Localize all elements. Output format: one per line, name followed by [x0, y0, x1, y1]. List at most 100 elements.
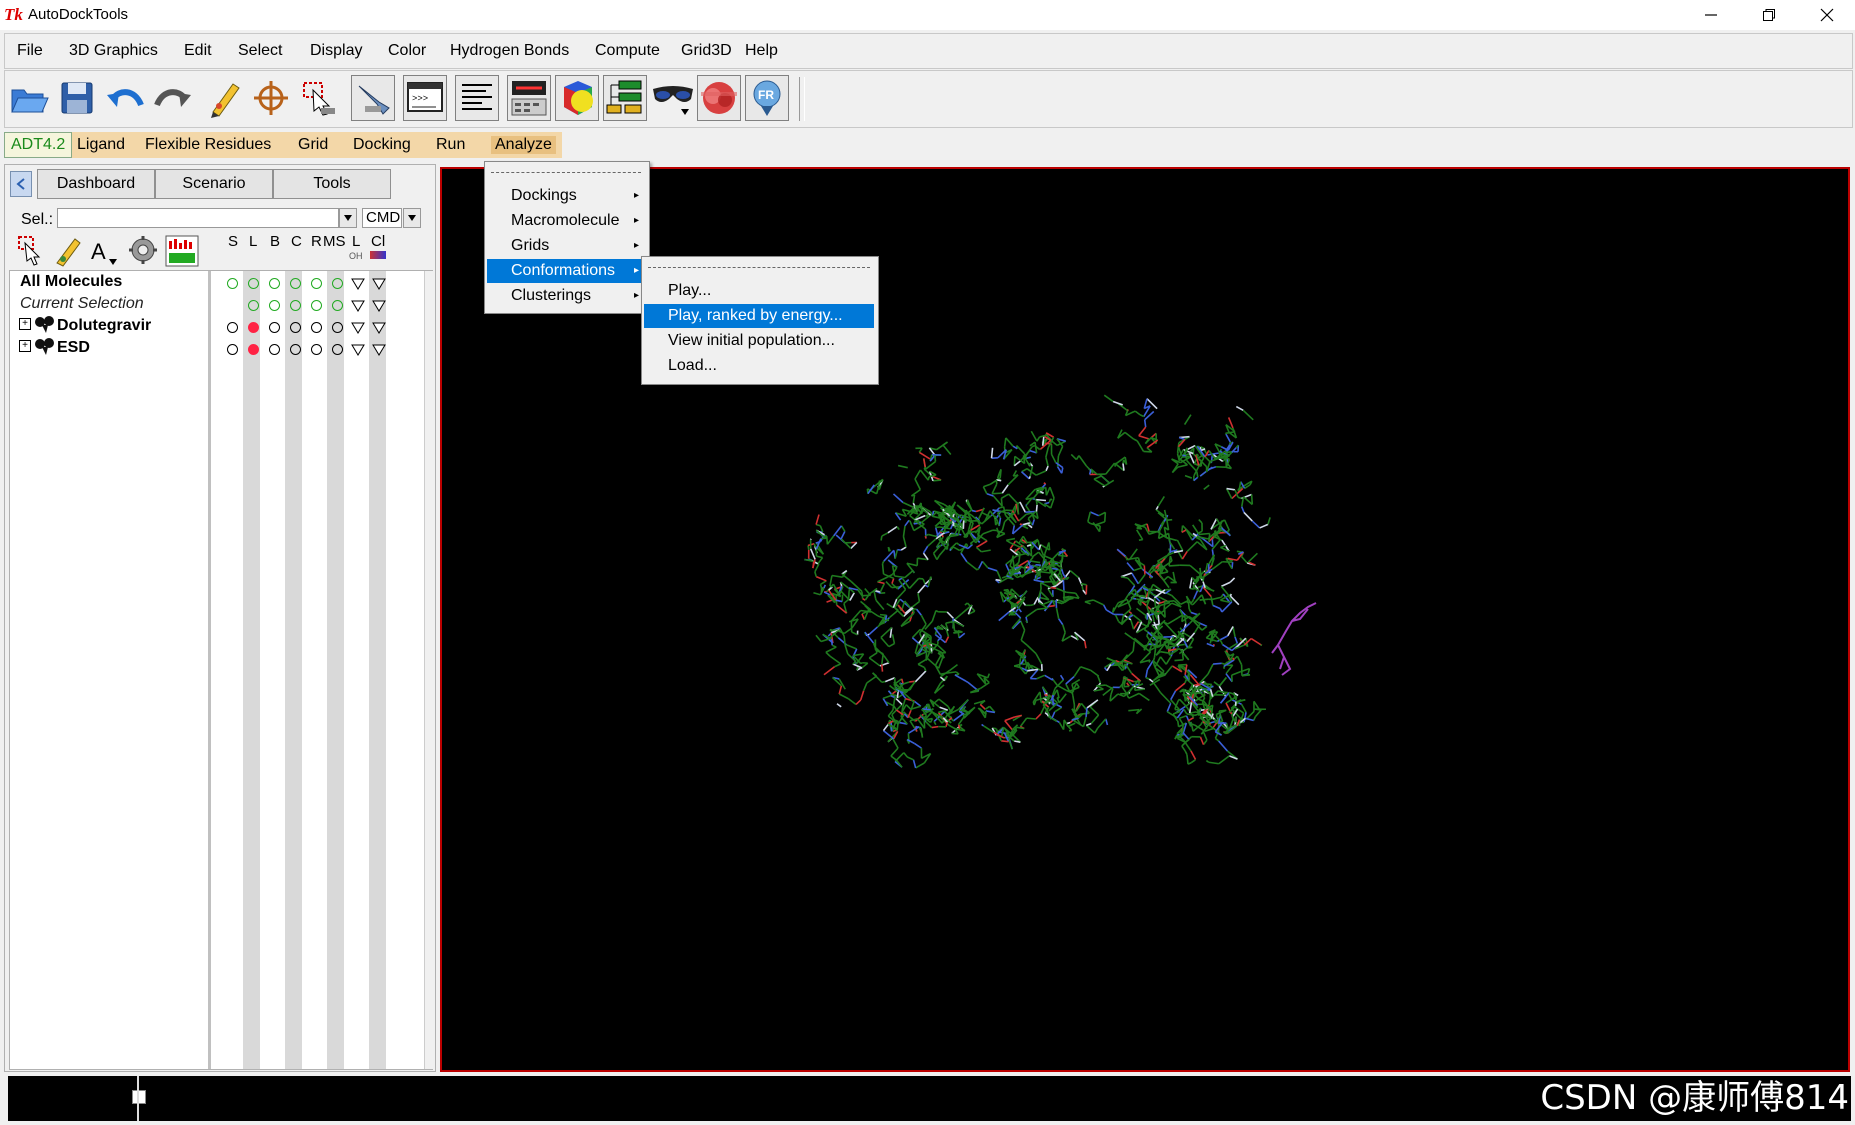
row-current-selection[interactable]: Current Selection	[20, 295, 144, 317]
display-toggle-circle[interactable]	[311, 344, 322, 355]
tree-icon[interactable]	[603, 75, 647, 121]
brush-tool-icon[interactable]	[53, 235, 83, 267]
tear-off-line[interactable]	[648, 267, 870, 268]
row-dolutegravir[interactable]: Dolutegravir	[57, 317, 151, 339]
selection-icon[interactable]	[297, 75, 341, 121]
pencil-icon[interactable]	[201, 75, 245, 121]
expand-icon[interactable]: +	[19, 318, 31, 330]
menu-color[interactable]: Color	[388, 42, 426, 60]
tab-ligand[interactable]: Ligand	[77, 136, 125, 154]
display-toggle-circle[interactable]	[269, 300, 280, 311]
sequence-viewer-icon[interactable]	[507, 75, 551, 121]
tab-adt-version[interactable]: ADT4.2	[4, 132, 73, 158]
display-toggle-circle[interactable]	[332, 278, 343, 289]
display-toggle-circle[interactable]	[227, 278, 238, 289]
display-toggle-circle[interactable]	[290, 300, 301, 311]
menu-item-macromolecule[interactable]: Macromolecule ▸	[487, 209, 645, 233]
text-lines-icon[interactable]	[455, 75, 499, 121]
open-folder-icon[interactable]	[7, 75, 51, 121]
submenu-arrow-icon: ▸	[633, 265, 639, 276]
redo-icon[interactable]	[151, 75, 195, 121]
menu-3d-graphics[interactable]: 3D Graphics	[69, 42, 158, 60]
lens-icon[interactable]	[697, 75, 741, 121]
row-all-molecules[interactable]: All Molecules	[20, 273, 122, 295]
display-toggle-circle[interactable]	[332, 344, 343, 355]
menu-item-play-ranked-by-energy[interactable]: Play, ranked by energy...	[644, 304, 874, 328]
menu-item-grids[interactable]: Grids ▸	[487, 234, 645, 258]
dropdown-triangle-icon[interactable]	[351, 343, 365, 361]
display-toggle-circle[interactable]	[290, 322, 301, 333]
crosshair-icon[interactable]	[249, 75, 293, 121]
settings-gear-icon[interactable]	[127, 235, 159, 267]
tree-scrollbar[interactable]	[424, 271, 433, 1069]
display-toggle-circle[interactable]	[290, 344, 301, 355]
restore-icon[interactable]	[1740, 0, 1798, 30]
expand-icon[interactable]: +	[19, 340, 31, 352]
selection-dropdown-icon[interactable]	[339, 208, 357, 228]
display-toggle-circle[interactable]	[269, 322, 280, 333]
python-shell-icon[interactable]: >>>	[403, 75, 447, 121]
display-toggle-circle[interactable]	[332, 300, 343, 311]
dropdown-triangle-icon[interactable]	[372, 343, 386, 361]
menu-item-clusterings[interactable]: Clusterings ▸	[487, 284, 645, 308]
display-toggle-circle[interactable]	[290, 278, 301, 289]
dropdown-triangle-icon[interactable]	[351, 321, 365, 339]
select-tool-icon[interactable]	[17, 235, 47, 267]
stereo-glasses-icon[interactable]	[651, 75, 695, 121]
menu-help[interactable]: Help	[745, 42, 778, 60]
selection-input[interactable]	[57, 208, 339, 228]
menu-select[interactable]: Select	[238, 42, 282, 60]
tab-run[interactable]: Run	[436, 136, 465, 154]
cmd-dropdown-icon[interactable]	[403, 208, 421, 228]
menu-display[interactable]: Display	[310, 42, 362, 60]
menu-item-view-initial-population[interactable]: View initial population...	[644, 329, 874, 353]
minimize-icon[interactable]	[1682, 0, 1740, 30]
fr-balloon-icon[interactable]: FR	[745, 75, 789, 121]
dropdown-triangle-icon[interactable]	[372, 299, 386, 317]
tab-dashboard[interactable]: Dashboard	[37, 169, 155, 199]
slider-thumb[interactable]	[132, 1090, 146, 1104]
menu-item-load[interactable]: Load...	[644, 354, 874, 378]
cmd-field[interactable]: CMD	[362, 208, 402, 228]
display-toggle-circle[interactable]	[248, 300, 259, 311]
menu-item-conformations[interactable]: Conformations ▸	[487, 259, 645, 283]
display-toggle-circle[interactable]	[248, 322, 259, 333]
display-toggle-circle[interactable]	[269, 344, 280, 355]
display-toggle-circle[interactable]	[227, 344, 238, 355]
close-icon[interactable]	[1798, 0, 1855, 30]
save-icon[interactable]	[55, 75, 99, 121]
pen-tool-icon[interactable]	[351, 75, 395, 121]
label-tool-icon[interactable]: A	[89, 235, 121, 267]
menu-file[interactable]: File	[17, 42, 43, 60]
color-cube-icon[interactable]	[555, 75, 599, 121]
menu-item-play[interactable]: Play...	[644, 279, 874, 303]
menu-compute[interactable]: Compute	[595, 42, 660, 60]
energy-bars-icon[interactable]	[165, 235, 199, 267]
tab-docking[interactable]: Docking	[353, 136, 411, 154]
undo-icon[interactable]	[103, 75, 147, 121]
display-toggle-circle[interactable]	[227, 322, 238, 333]
display-toggle-circle[interactable]	[248, 344, 259, 355]
tab-tools[interactable]: Tools	[273, 169, 391, 199]
display-toggle-circle[interactable]	[311, 278, 322, 289]
tab-scenario[interactable]: Scenario	[155, 169, 273, 199]
tab-flexible-residues[interactable]: Flexible Residues	[145, 136, 271, 154]
display-toggle-circle[interactable]	[311, 322, 322, 333]
menu-edit[interactable]: Edit	[184, 42, 212, 60]
collapse-arrow-icon[interactable]	[10, 171, 32, 197]
tab-analyze[interactable]: Analyze	[491, 136, 556, 154]
menu-item-dockings[interactable]: Dockings ▸	[487, 184, 645, 208]
tear-off-line[interactable]	[491, 172, 641, 173]
dropdown-triangle-icon[interactable]	[351, 277, 365, 295]
tab-grid[interactable]: Grid	[298, 136, 328, 154]
menu-grid3d[interactable]: Grid3D	[681, 42, 732, 60]
dropdown-triangle-icon[interactable]	[351, 299, 365, 317]
display-toggle-circle[interactable]	[248, 278, 259, 289]
display-toggle-circle[interactable]	[311, 300, 322, 311]
dropdown-triangle-icon[interactable]	[372, 277, 386, 295]
display-toggle-circle[interactable]	[332, 322, 343, 333]
dropdown-triangle-icon[interactable]	[372, 321, 386, 339]
menu-hydrogen-bonds[interactable]: Hydrogen Bonds	[450, 42, 569, 60]
display-toggle-circle[interactable]	[269, 278, 280, 289]
row-esd[interactable]: ESD	[57, 339, 90, 361]
